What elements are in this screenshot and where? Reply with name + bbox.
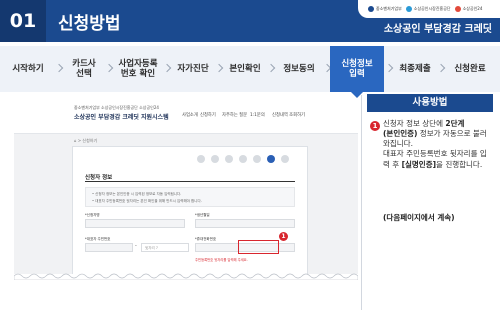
nav-apply[interactable]: 신청하기 [200,112,216,118]
nav-faq[interactable]: 자주하는 질문 [222,112,247,118]
step-consent: 정보동의 [283,63,315,74]
progress-dot [253,155,261,163]
step-self-check: 자가진단 [177,63,209,74]
sbiz24-logo: 소상공인24 [454,6,482,12]
ssn-label: *대표자 주민번호 [85,237,111,241]
breadcrumb: ⌂ > 신청하기 [74,138,98,143]
taegeuk-icon [368,6,374,12]
sbiz24-icon [454,6,461,12]
step-complete: 신청완료 [454,63,486,74]
semas-logo: 소상공인시장진흥공단 [405,6,451,12]
step-identity: 본인확인 [229,63,261,74]
nav-inquiry[interactable]: 1:1문의 [250,112,265,118]
title-divider [85,181,295,182]
progress-dot [211,155,219,163]
ssn-front-field[interactable] [85,243,133,252]
site-title: 소상공인 부담경감 크레딧 지원시스템 [74,114,169,121]
nav-intro[interactable]: 사업소개 [182,112,198,118]
ministry-logo: 중소벤처기업부 [368,6,402,12]
torn-edge [14,273,358,280]
step-start: 시작하기 [12,63,44,74]
name-field[interactable] [85,219,185,228]
application-form: 신청자 정보 • 신청자 정보는 본인인증 시 입력된 정보로 자동 입력됩니다… [72,146,308,274]
progress-dot [281,155,289,163]
program-brand: 소상공인 부담경감 크레딧 [383,24,492,35]
site-logos: 중소벤처기업부 소상공인시장진흥공단 소상공인24 [74,105,159,110]
usage-marker: 1 [370,121,380,131]
partner-logos: 중소벤처기업부 소상공인시장진흥공단 소상공인24 [358,0,500,18]
notice-box: • 신청자 정보는 본인인증 시 입력된 정보로 자동 입력됩니다. • 대표자… [85,187,295,207]
step-marker: 1 [279,232,288,241]
name-label: *신청자명 [85,213,100,217]
progress-dot-current [267,155,275,163]
validation-warning: 주민등록번호 뒷자리를 입력해 주세요. [195,258,248,262]
birth-label: *생년월일 [195,213,210,217]
usage-description: 신청자 정보 상단에 2단계 (본인인증) 정보가 자동으로 불러와집니다. 대… [383,119,487,169]
progress-dot [197,155,205,163]
semas-icon [405,6,412,12]
progress-dot [225,155,233,163]
usage-heading: 사용방법 [367,94,493,112]
embedded-screenshot: 중소벤처기업부 소상공인시장진흥공단 소상공인24 소상공인 부담경감 크레딧 … [14,98,358,274]
step-application-info: 신청정보 입력 [330,46,384,98]
progress-dot [239,155,247,163]
step-card-company: 카드사 선택 [72,58,96,79]
step-final-submit: 최종제출 [399,63,431,74]
form-title: 신청자 정보 [85,175,113,181]
ssn-back-field[interactable]: 뒷자리 7 [141,243,189,252]
step-business-number: 사업자등록 번호 확인 [118,58,158,79]
site-header: 중소벤처기업부 소상공인시장진흥공단 소상공인24 소상공인 부담경감 크레딧 … [14,98,358,134]
ssn-dash: - [135,243,137,249]
page-header: 01 신청방법 중소벤처기업부 소상공인시장진흥공단 소상공인24 소상공인 부… [0,0,500,42]
highlight-box [238,240,279,254]
column-divider [361,95,362,310]
step-navigation: 시작하기 카드사 선택 사업자등록 번호 확인 자가진단 본인확인 정보동의 신… [0,46,500,98]
page-title: 신청방법 [58,14,121,34]
section-number: 01 [0,0,46,42]
continued-note: (다음페이지에서 계속) [383,213,455,222]
phone-label: *휴대전화번호 [195,237,217,241]
birth-field[interactable] [195,219,295,228]
nav-history[interactable]: 신청내역 조회하기 [272,112,305,118]
